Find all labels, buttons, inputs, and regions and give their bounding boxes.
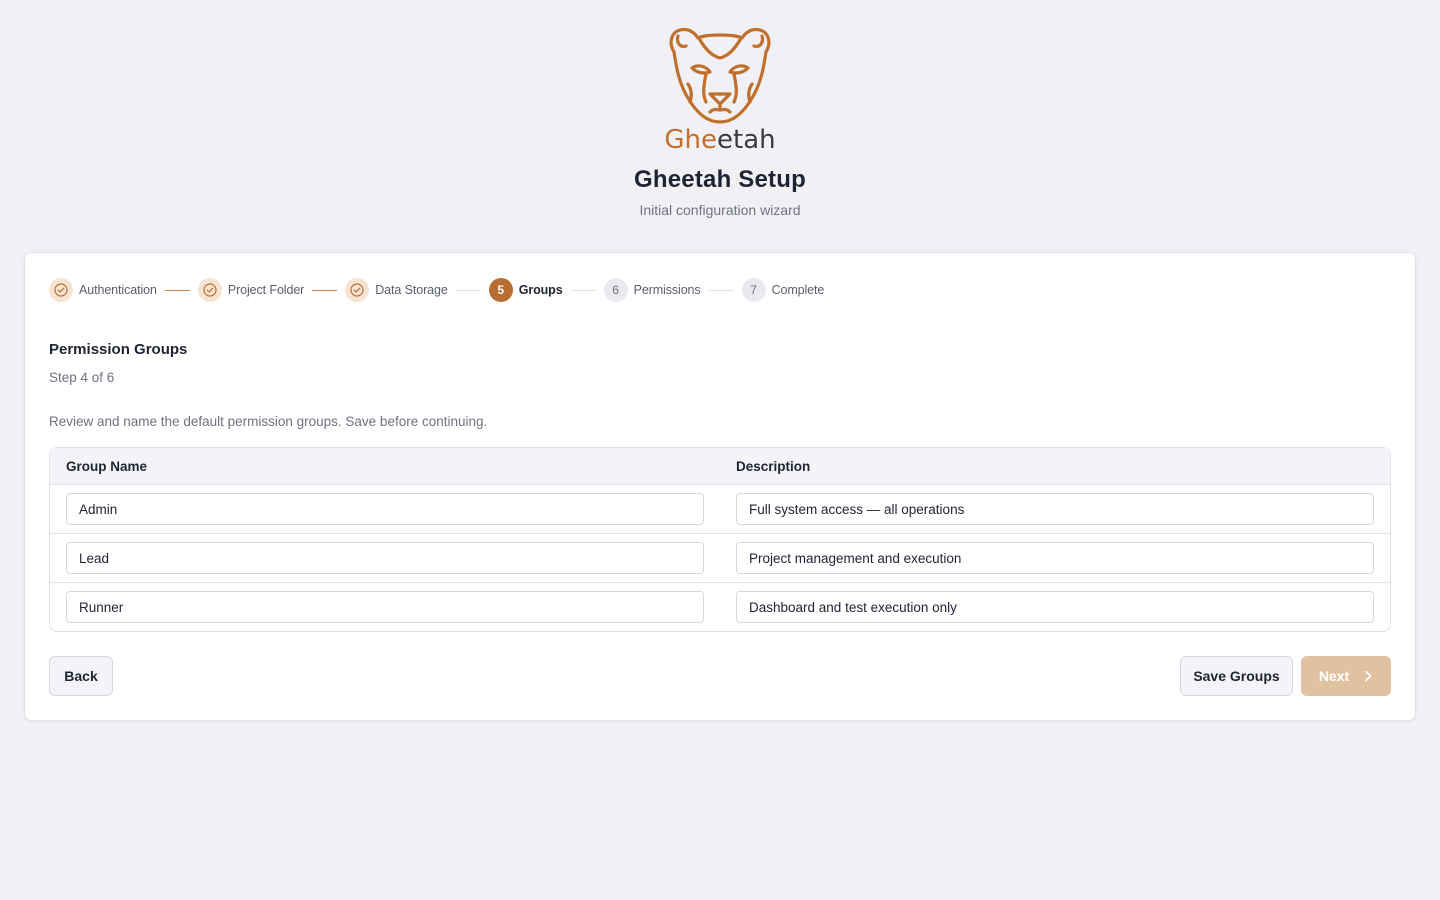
table-row <box>50 485 1390 534</box>
step-label: Authentication <box>79 283 157 297</box>
next-button[interactable]: Next <box>1301 656 1391 696</box>
step-number: 7 <box>741 278 766 302</box>
step-connector <box>164 289 190 291</box>
step-connector <box>570 289 596 291</box>
group-name-input[interactable] <box>66 591 704 623</box>
step-connector <box>455 289 481 291</box>
back-button-label: Back <box>64 668 98 684</box>
group-description-input[interactable] <box>736 493 1374 525</box>
table-row <box>50 583 1390 631</box>
step-connector <box>312 289 338 291</box>
step-permissions[interactable]: 6 Permissions <box>603 278 701 302</box>
step-project-folder[interactable]: Project Folder <box>197 278 305 302</box>
group-name-input[interactable] <box>66 493 704 525</box>
table-row <box>50 534 1390 583</box>
column-header-description: Description <box>736 459 811 474</box>
section-description: Review and name the default permission g… <box>49 414 488 429</box>
table-header: Group Name Description <box>50 448 1390 485</box>
app-subtitle: Initial configuration wizard <box>639 202 801 218</box>
step-groups[interactable]: 5 Groups <box>488 278 563 302</box>
step-authentication[interactable]: Authentication <box>49 278 157 302</box>
next-button-label: Next <box>1318 668 1350 684</box>
save-groups-label: Save Groups <box>1193 668 1280 684</box>
group-name-input[interactable] <box>66 542 704 574</box>
check-circle-icon <box>345 278 370 302</box>
step-complete[interactable]: 7 Complete <box>741 278 825 302</box>
logo-word-accent: Ghe <box>666 125 717 154</box>
setup-card: Authentication Project Folder Data Stora… <box>24 252 1416 721</box>
step-connector <box>708 289 734 291</box>
step-label: Permissions <box>633 283 701 297</box>
step-label: Complete <box>771 283 825 297</box>
column-header-group-name: Group Name <box>66 459 148 474</box>
group-description-input[interactable] <box>736 542 1374 574</box>
check-circle-icon <box>197 278 222 302</box>
section-title: Permission Groups <box>49 341 188 358</box>
group-description-input[interactable] <box>736 591 1374 623</box>
step-label: Data Storage <box>375 283 448 297</box>
step-number: 6 <box>603 278 628 302</box>
step-number: 5 <box>488 278 513 302</box>
check-circle-icon <box>49 278 73 302</box>
step-label: Project Folder <box>227 283 305 297</box>
chevron-right-icon <box>1363 670 1373 682</box>
back-button[interactable]: Back <box>49 656 113 696</box>
logo-word-rest: etah <box>717 125 774 154</box>
svg-text:Gheetah: Gheetah <box>666 125 774 154</box>
wizard-stepper: Authentication Project Folder Data Stora… <box>49 277 824 303</box>
step-data-storage[interactable]: Data Storage <box>345 278 448 302</box>
cheetah-icon: Gheetah <box>666 27 774 154</box>
step-counter: Step 4 of 6 <box>49 370 115 385</box>
groups-table: Group Name Description <box>49 447 1391 632</box>
app-title: Gheetah Setup <box>634 166 806 193</box>
save-groups-button[interactable]: Save Groups <box>1180 656 1293 696</box>
step-label: Groups <box>518 283 563 297</box>
gheetah-logo: Gheetah <box>666 24 774 154</box>
